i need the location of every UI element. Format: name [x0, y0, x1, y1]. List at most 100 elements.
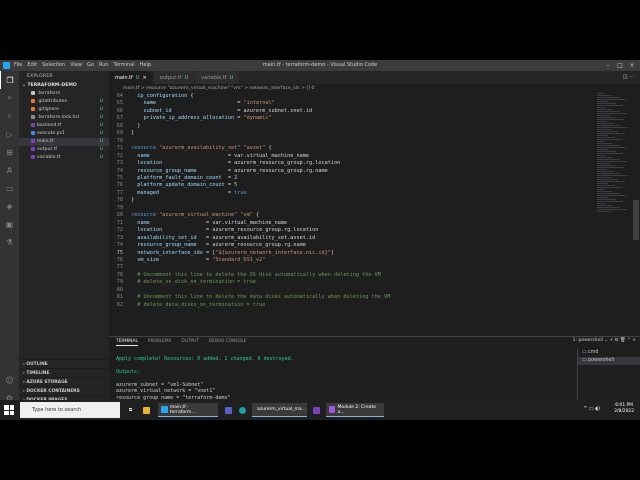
extensions-icon[interactable]: ⊞ [0, 143, 19, 161]
docker-icon[interactable]: ▣ [0, 215, 19, 233]
tab-variable-tf[interactable]: variable.tf U [195, 71, 241, 84]
minimize-icon[interactable]: – [602, 60, 614, 71]
file-item[interactable]: .gitattributes U [19, 98, 109, 106]
editor-scrollbar[interactable] [633, 200, 639, 240]
minimap-line [597, 109, 613, 110]
close-icon[interactable]: × [626, 60, 638, 71]
code-line[interactable]: 74 resource_group_name = azurerm_resourc… [109, 168, 589, 175]
file-item[interactable]: .terraform.lock.hcl U [19, 114, 109, 122]
code-line[interactable]: 81 # Uncomment this line to delete the d… [109, 294, 589, 301]
code-line[interactable]: 77 [109, 264, 589, 271]
code-line[interactable]: 75 platform_fault_domain_count = 2 [109, 175, 589, 182]
taskbar-edge-icon[interactable] [236, 403, 249, 417]
taskbar-vscode[interactable]: main.tf - terraform... [158, 403, 218, 417]
code-line[interactable]: 67 private_ip_address_allocation = "dyna… [109, 115, 589, 122]
testing-icon[interactable]: ⚗ [0, 233, 19, 251]
split-editor-icon[interactable]: ◫ ··· [623, 74, 634, 80]
sidebar-panel-header[interactable]: › DOCKER CONTAINERS [19, 386, 109, 395]
terminal-output[interactable]: Apply complete! Resources: 0 added, 1 ch… [116, 349, 566, 408]
code-line[interactable]: 78 # Uncomment this line to delete the O… [109, 272, 589, 279]
code-line[interactable]: 80 [109, 287, 589, 294]
line-number: 67 [116, 115, 123, 122]
code-line[interactable]: 73 location = azurerm_resource_group.rg.… [109, 160, 589, 167]
terminal-label: cmd [588, 350, 599, 355]
code-line[interactable]: 64 ip_configuration { [109, 93, 589, 100]
file-item[interactable]: execute.ps1 U [19, 130, 109, 138]
code-line[interactable]: 76 vm_size = "Standard_DS1_v2" [109, 257, 589, 264]
taskbar-search-input[interactable]: Type here to search [20, 402, 120, 418]
accounts-icon[interactable]: ☺ [0, 371, 19, 389]
tab-status: U [229, 74, 234, 81]
code-line[interactable]: 72 location = azurerm_resource_group.rg.… [109, 227, 589, 234]
taskbar-chrome[interactable]: azurerm_virtual_ma... [252, 403, 307, 417]
line-text: platform_update_domain_count = 5 [137, 182, 238, 189]
terraform-icon[interactable]: ◈ [0, 197, 19, 215]
code-line[interactable]: 77 managed = true [109, 190, 589, 197]
code-line[interactable]: 74 resource_group_name = azurerm_resourc… [109, 242, 589, 249]
terminal-instance[interactable]: ▭ cmd [578, 349, 640, 357]
code-line[interactable]: 75 network_interface_ids = ["${azurerm_n… [109, 250, 589, 257]
code-editor[interactable]: 64 ip_configuration {65 name = "internal… [109, 93, 589, 336]
file-item[interactable]: backend.tf U [19, 122, 109, 130]
search-icon[interactable]: ⌕ [0, 89, 19, 107]
task-view-icon[interactable]: ⧉ [126, 403, 135, 417]
code-line[interactable]: 79 [109, 205, 589, 212]
taskbar-visual-studio-icon[interactable] [310, 403, 323, 417]
breadcrumb[interactable]: main.tf > resource "azurerm_virtual_mach… [109, 84, 640, 93]
minimap-line [597, 129, 611, 130]
minimap-line [597, 113, 627, 114]
tab-main-tf[interactable]: main.tf U × [109, 71, 154, 84]
tab-problems[interactable]: PROBLEMS [148, 337, 171, 346]
code-line[interactable]: 66 subnet_id = azurerm_subnet.snet.id [109, 108, 589, 115]
close-icon[interactable]: × [142, 75, 146, 81]
source-control-icon[interactable]: ⑂ [0, 107, 19, 125]
azure-icon[interactable]: A [0, 161, 19, 179]
code-line[interactable]: 76 platform_update_domain_count = 5 [109, 182, 589, 189]
system-clock[interactable]: 6:01 PM 2/8/2022 [614, 403, 634, 415]
file-item[interactable]: variable.tf U [19, 154, 109, 162]
code-line[interactable]: 79 # delete_os_disk_on_termination = tru… [109, 279, 589, 286]
run-debug-icon[interactable]: ▷ [0, 125, 19, 143]
code-line[interactable]: 73 availability_set_id = azurerm_availab… [109, 235, 589, 242]
panel-controls[interactable]: 1: powershell ⌄ + ⊟ 🗑 ^ × [573, 338, 636, 343]
minimap-line [597, 211, 610, 212]
line-number: 82 [116, 301, 123, 308]
code-line[interactable]: 65 name = "internal" [109, 100, 589, 107]
explorer-icon[interactable]: ❐ [0, 71, 19, 89]
taskbar-onenote[interactable]: Module 2: Create a... [326, 403, 384, 417]
taskbar-teams-icon[interactable] [222, 403, 235, 417]
tab-debug-console[interactable]: DEBUG CONSOLE [209, 337, 247, 346]
taskbar-folder-icon[interactable] [140, 403, 153, 417]
file-item[interactable]: output.tf U [19, 146, 109, 154]
code-line[interactable]: 80 resource "azurerm_virtual_machine" "vm… [109, 212, 589, 219]
line-text: } [131, 130, 135, 137]
workspace-folder[interactable]: ⌄ TERRAFORM-DEMO [19, 82, 109, 90]
maximize-icon[interactable]: □ [614, 60, 626, 71]
code-line[interactable]: 72 name = var.virtual_machine_name [109, 153, 589, 160]
line-number: 72 [116, 227, 123, 234]
file-type-icon [31, 114, 35, 119]
tab-terminal[interactable]: TERMINAL [116, 337, 138, 346]
file-item[interactable]: .gitignore U [19, 106, 109, 114]
code-line[interactable]: 68 } [109, 123, 589, 130]
line-text: # Uncomment this line to delete the data… [131, 294, 391, 301]
code-line[interactable]: 71 name = var.virtual_machine_name [109, 220, 589, 227]
code-line[interactable]: 82 # delete_data_disks_on_termination = … [109, 302, 589, 309]
line-number: 68 [116, 122, 123, 129]
file-item[interactable]: main.tf U [19, 138, 109, 146]
sidebar-panel-header[interactable]: › TIMELINE [19, 368, 109, 377]
code-line[interactable]: 78} [109, 197, 589, 204]
code-line[interactable]: 71 resource "azurerm_availability_set" "a… [109, 145, 589, 152]
minimap[interactable] [597, 93, 633, 336]
tab-output-tf[interactable]: output.tf U [153, 71, 196, 84]
windows-start-icon[interactable] [4, 405, 14, 415]
system-tray-icons[interactable]: ^ ▭ ◖) [583, 406, 600, 412]
sidebar-panel-header[interactable]: › OUTLINE [19, 359, 109, 368]
file-item[interactable]: .terraform [19, 90, 109, 98]
code-line[interactable]: 69} [109, 130, 589, 137]
terminal-instance[interactable]: ▭ powershell [578, 357, 640, 365]
remote-explorer-icon[interactable]: ▭ [0, 179, 19, 197]
code-line[interactable]: 70 [109, 138, 589, 145]
sidebar-panel-header[interactable]: › AZURE STORAGE [19, 377, 109, 386]
tab-output[interactable]: OUTPUT [181, 337, 199, 346]
